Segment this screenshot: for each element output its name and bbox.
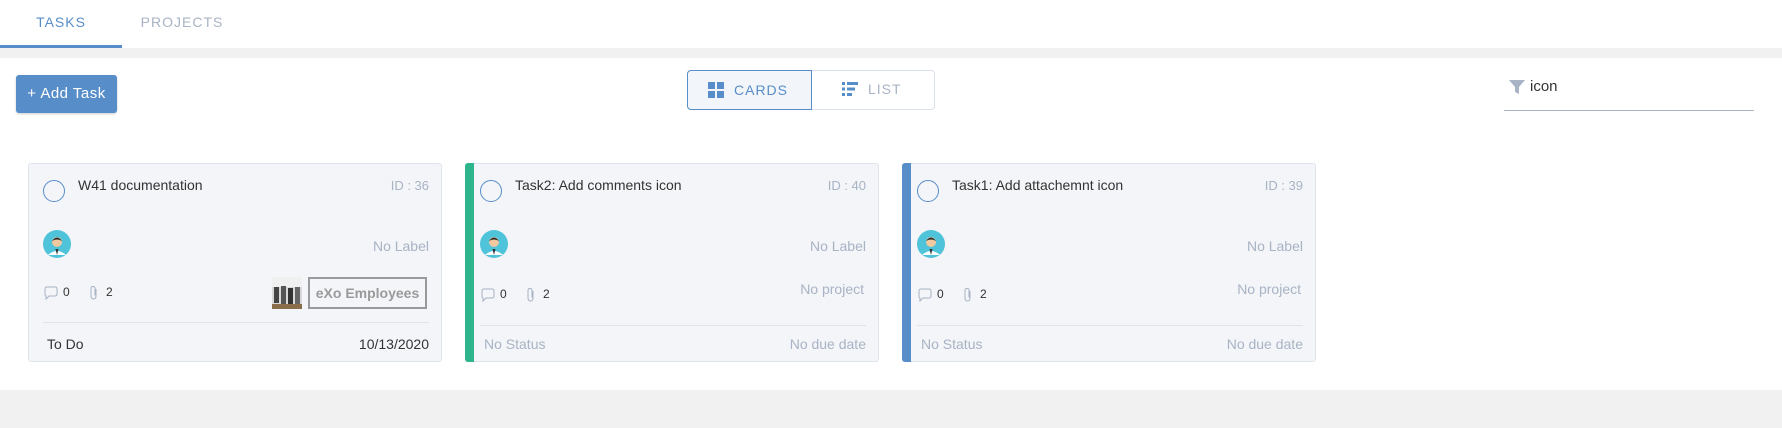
task-priority-bar <box>902 163 911 362</box>
task-card[interactable]: Task1: Add attachemnt icon ID : 39 No La… <box>902 163 1316 362</box>
task-id: ID : 40 <box>827 178 866 193</box>
task-card[interactable]: W41 documentation ID : 36 No Label 0 2 e… <box>28 163 442 362</box>
grid-icon <box>708 82 724 98</box>
task-due-date[interactable]: 10/13/2020 <box>359 336 429 352</box>
cards-view-button[interactable]: CARDS <box>687 70 812 110</box>
complete-task-checkbox[interactable] <box>917 180 939 202</box>
task-title[interactable]: W41 documentation <box>78 177 203 193</box>
task-card[interactable]: Task2: Add comments icon ID : 40 No Labe… <box>465 163 879 362</box>
list-icon <box>842 82 858 96</box>
task-status[interactable]: No Status <box>921 336 982 352</box>
complete-task-checkbox[interactable] <box>43 180 65 202</box>
tab-projects-label: PROJECTS <box>140 14 224 30</box>
task-status[interactable]: No Status <box>484 336 545 352</box>
top-tabs: TASKS PROJECTS <box>0 0 1782 48</box>
attachment-icon[interactable] <box>523 287 539 303</box>
card-divider <box>917 325 1303 326</box>
comment-count: 0 <box>500 287 507 301</box>
task-id: ID : 36 <box>390 178 429 193</box>
card-divider <box>43 322 429 323</box>
list-view-label: LIST <box>868 81 902 97</box>
comment-icon[interactable] <box>43 285 59 301</box>
attachment-icon[interactable] <box>960 287 976 303</box>
assignee-avatar[interactable] <box>43 230 71 258</box>
task-title[interactable]: Task2: Add comments icon <box>515 177 682 193</box>
comment-count: 0 <box>937 287 944 301</box>
comment-count: 0 <box>63 285 70 299</box>
task-label[interactable]: No Label <box>1247 238 1303 254</box>
space-name[interactable]: eXo Employees <box>308 277 427 309</box>
attachment-icon[interactable] <box>86 285 102 301</box>
task-label[interactable]: No Label <box>373 238 429 254</box>
add-task-button[interactable]: + Add Task <box>16 75 117 113</box>
view-toggle: CARDS LIST <box>687 70 935 110</box>
attachment-count: 2 <box>543 287 550 301</box>
active-tab-indicator <box>0 45 122 48</box>
cards-view-label: CARDS <box>734 82 789 98</box>
attachment-count: 2 <box>980 287 987 301</box>
assignee-avatar[interactable] <box>480 230 508 258</box>
filter-field <box>1504 66 1754 111</box>
comment-icon[interactable] <box>480 287 496 303</box>
task-project[interactable]: No project <box>1237 281 1301 297</box>
filter-input[interactable] <box>1530 72 1745 100</box>
tab-tasks-label: TASKS <box>36 14 86 30</box>
complete-task-checkbox[interactable] <box>480 180 502 202</box>
task-id: ID : 39 <box>1264 178 1303 193</box>
assignee-avatar[interactable] <box>917 230 945 258</box>
filter-icon[interactable] <box>1508 78 1526 96</box>
card-divider <box>480 325 866 326</box>
space-avatar <box>272 277 302 309</box>
tab-tasks[interactable]: TASKS <box>0 0 122 48</box>
task-due-date[interactable]: No due date <box>790 336 866 352</box>
attachment-count: 2 <box>106 285 113 299</box>
list-view-button[interactable]: LIST <box>812 70 936 110</box>
task-priority-bar <box>465 163 474 362</box>
task-status[interactable]: To Do <box>47 336 84 352</box>
task-due-date[interactable]: No due date <box>1227 336 1303 352</box>
task-project[interactable]: No project <box>800 281 864 297</box>
task-label[interactable]: No Label <box>810 238 866 254</box>
comment-icon[interactable] <box>917 287 933 303</box>
tab-projects[interactable]: PROJECTS <box>122 0 242 48</box>
task-title[interactable]: Task1: Add attachemnt icon <box>952 177 1123 193</box>
